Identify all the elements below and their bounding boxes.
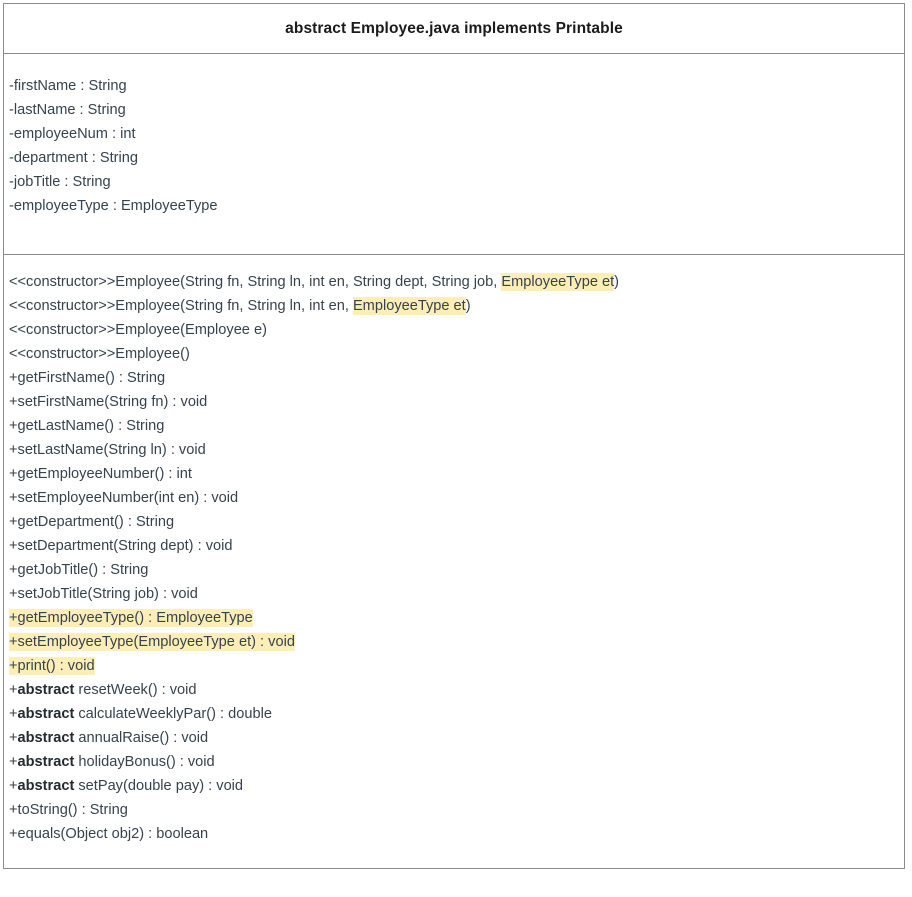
uml-operation-text: <<constructor>>Employee(Employee e) xyxy=(9,322,267,338)
uml-operation-highlighted-text: EmployeeType et xyxy=(352,297,466,315)
uml-operation-row: <<constructor>>Employee(Employee e) xyxy=(4,318,904,342)
uml-abstract-keyword: abstract xyxy=(17,730,75,746)
uml-operation-row: <<constructor>>Employee(String fn, Strin… xyxy=(4,294,904,318)
uml-operation-text: + xyxy=(9,682,18,698)
uml-operation-row: <<constructor>>Employee() xyxy=(4,342,904,366)
uml-operation-text: ) xyxy=(465,298,471,314)
uml-operation-row: +setFirstName(String fn) : void xyxy=(4,390,904,414)
uml-operation-text: <<constructor>>Employee() xyxy=(9,346,190,362)
uml-operation-row: +setLastName(String ln) : void xyxy=(4,438,904,462)
uml-operation-row: +abstract calculateWeeklyPar() : double xyxy=(4,702,904,726)
uml-operation-row: +abstract holidayBonus() : void xyxy=(4,750,904,774)
uml-operation-text: + xyxy=(9,754,18,770)
uml-operation-row: +equals(Object obj2) : boolean xyxy=(4,822,904,846)
uml-operation-highlighted-text: EmployeeType et xyxy=(501,273,615,291)
uml-operation-row: +setEmployeeType(EmployeeType et) : void xyxy=(4,630,904,654)
uml-operation-row: +toString() : String xyxy=(4,798,904,822)
uml-operation-text: +toString() : String xyxy=(9,802,128,818)
uml-operation-highlighted-text: +getEmployeeType() : EmployeeType xyxy=(9,609,253,627)
uml-operation-text: +getEmployeeNumber() : int xyxy=(9,466,192,482)
uml-attributes-compartment: -firstName : String -lastName : String -em… xyxy=(4,54,904,255)
uml-operation-text: setPay(double pay) : void xyxy=(74,778,244,794)
uml-attribute-text: -firstName : String xyxy=(9,78,127,94)
uml-class-box: abstract Employee.java implements Printa… xyxy=(3,3,905,869)
uml-operation-row: +setEmployeeNumber(int en) : void xyxy=(4,486,904,510)
uml-operation-text: +setEmployeeNumber(int en) : void xyxy=(9,490,239,506)
uml-operation-row: +abstract annualRaise() : void xyxy=(4,726,904,750)
uml-operation-text: +getFirstName() : String xyxy=(9,370,166,386)
uml-operation-text: +setLastName(String ln) : void xyxy=(9,442,206,458)
uml-operation-text: + xyxy=(9,706,18,722)
uml-operation-text: +getDepartment() : String xyxy=(9,514,175,530)
uml-operation-text: +setJobTitle(String job) : void xyxy=(9,586,198,602)
uml-operation-row: +abstract setPay(double pay) : void xyxy=(4,774,904,798)
uml-operation-text: annualRaise() : void xyxy=(74,730,209,746)
uml-operation-text: holidayBonus() : void xyxy=(74,754,215,770)
uml-operation-highlighted-text: +setEmployeeType(EmployeeType et) : void xyxy=(9,633,295,651)
uml-operation-text: ) xyxy=(614,274,620,290)
uml-abstract-keyword: abstract xyxy=(17,682,75,698)
uml-attribute-row: -employeeType : EmployeeType xyxy=(4,194,904,218)
uml-operation-row: +print() : void xyxy=(4,654,904,678)
uml-operation-row: +setJobTitle(String job) : void xyxy=(4,582,904,606)
uml-operation-text: + xyxy=(9,778,18,794)
uml-attribute-text: -employeeType : EmployeeType xyxy=(9,198,218,214)
uml-operation-text: +setFirstName(String fn) : void xyxy=(9,394,208,410)
uml-operation-text: +getLastName() : String xyxy=(9,418,165,434)
uml-operation-text: <<constructor>>Employee(String fn, Strin… xyxy=(9,298,353,314)
uml-operation-row: +getDepartment() : String xyxy=(4,510,904,534)
uml-operations-compartment: <<constructor>>Employee(String fn, Strin… xyxy=(4,255,904,868)
uml-attribute-row: -lastName : String xyxy=(4,98,904,122)
uml-operation-text: + xyxy=(9,730,18,746)
uml-operation-row: <<constructor>>Employee(String fn, Strin… xyxy=(4,270,904,294)
uml-operation-row: +getEmployeeType() : EmployeeType xyxy=(4,606,904,630)
uml-operation-text: <<constructor>>Employee(String fn, Strin… xyxy=(9,274,502,290)
uml-operation-text: +getJobTitle() : String xyxy=(9,562,149,578)
uml-attribute-row: -employeeNum : int xyxy=(4,122,904,146)
uml-operation-text: resetWeek() : void xyxy=(74,682,197,698)
uml-operation-row: +getLastName() : String xyxy=(4,414,904,438)
uml-operation-highlighted-text: +print() : void xyxy=(9,657,95,675)
uml-class-name: abstract Employee.java implements Printa… xyxy=(285,19,623,37)
uml-attribute-row: -department : String xyxy=(4,146,904,170)
uml-attribute-row: -jobTitle : String xyxy=(4,170,904,194)
uml-operation-row: +getJobTitle() : String xyxy=(4,558,904,582)
uml-attribute-text: -jobTitle : String xyxy=(9,174,111,190)
uml-attribute-row: -firstName : String xyxy=(4,74,904,98)
uml-abstract-keyword: abstract xyxy=(17,706,75,722)
uml-operation-text: +equals(Object obj2) : boolean xyxy=(9,826,209,842)
uml-operation-row: +getEmployeeNumber() : int xyxy=(4,462,904,486)
uml-operation-row: +abstract resetWeek() : void xyxy=(4,678,904,702)
uml-abstract-keyword: abstract xyxy=(17,778,75,794)
uml-attribute-text: -department : String xyxy=(9,150,138,166)
uml-operation-row: +getFirstName() : String xyxy=(4,366,904,390)
uml-attribute-text: -lastName : String xyxy=(9,102,126,118)
uml-class-title-compartment: abstract Employee.java implements Printa… xyxy=(4,4,904,54)
uml-operation-text: calculateWeeklyPar() : double xyxy=(74,706,272,722)
uml-operation-text: +setDepartment(String dept) : void xyxy=(9,538,233,554)
uml-attribute-text: -employeeNum : int xyxy=(9,126,136,142)
uml-abstract-keyword: abstract xyxy=(17,754,75,770)
uml-operation-row: +setDepartment(String dept) : void xyxy=(4,534,904,558)
